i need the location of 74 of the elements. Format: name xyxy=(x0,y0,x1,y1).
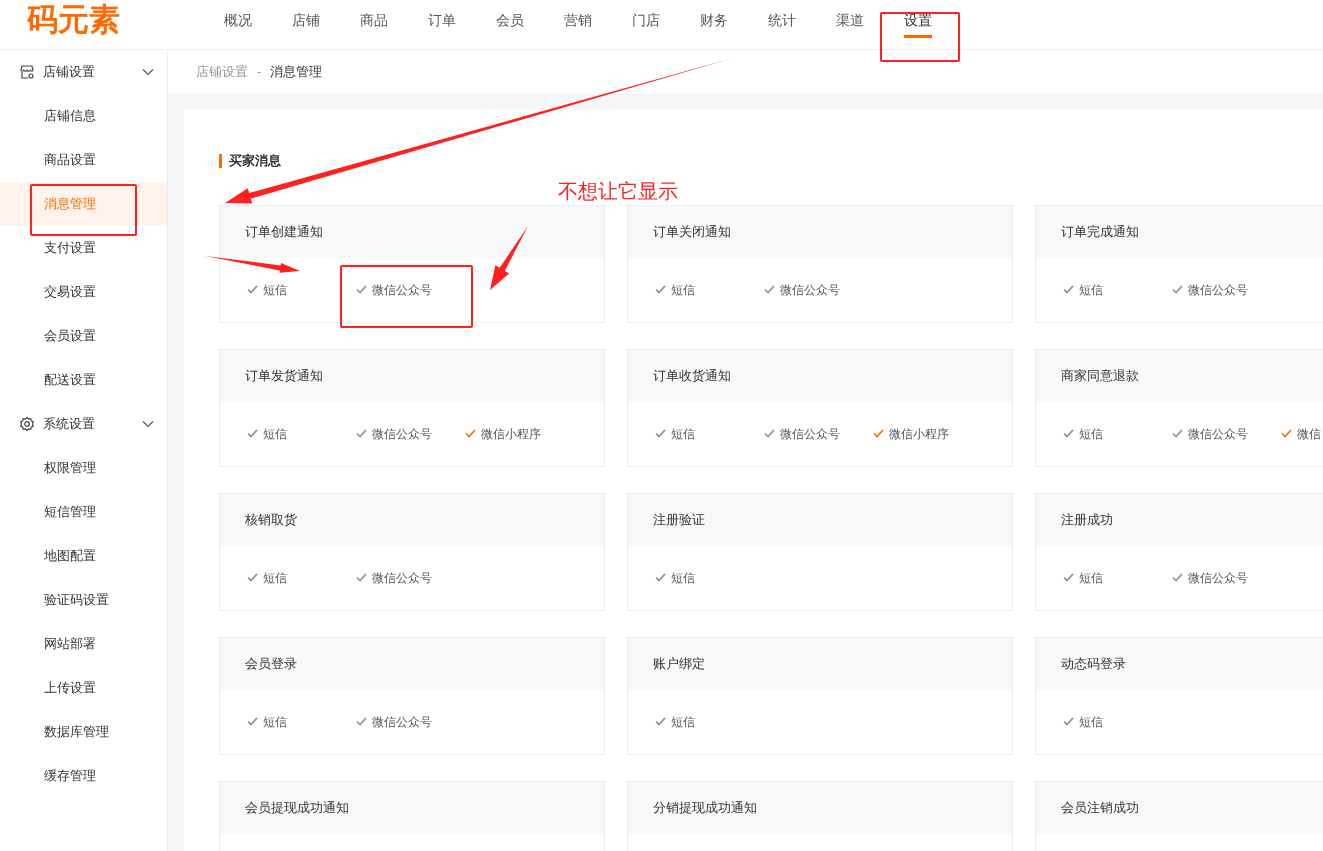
card-title: 会员注销成功 xyxy=(1061,798,1139,817)
nav-tab[interactable]: 店铺 xyxy=(272,0,340,50)
nav-tab[interactable]: 营销 xyxy=(544,0,612,50)
option-label: 短信 xyxy=(263,713,287,731)
breadcrumb-separator: - xyxy=(257,62,262,81)
section-title: 买家消息 xyxy=(229,152,281,170)
option-label: 微信公众号 xyxy=(780,425,840,443)
nav-tab[interactable]: 渠道 xyxy=(816,0,884,50)
card-title: 商家同意退款 xyxy=(1061,366,1139,385)
sidebar-item[interactable]: 权限管理 xyxy=(0,446,167,490)
sidebar-item[interactable]: 交易设置 xyxy=(0,270,167,314)
option-label: 短信 xyxy=(1079,713,1103,731)
option-label: 微信公众号 xyxy=(1188,281,1248,299)
card-title: 核销取货 xyxy=(245,510,297,529)
option-label: 短信 xyxy=(671,569,695,587)
sidebar-item[interactable]: 验证码设置 xyxy=(0,578,167,622)
breadcrumb-item: 消息管理 xyxy=(270,62,323,81)
card-title: 订单关闭通知 xyxy=(653,222,731,241)
option-label: 微信公众号 xyxy=(372,569,432,587)
option-label: 微信小程序 xyxy=(889,425,949,443)
sidebar-item[interactable]: 上传设置 xyxy=(0,666,167,710)
sidebar-item[interactable]: 网站部署 xyxy=(0,622,167,666)
option-label: 短信 xyxy=(671,425,695,443)
nav-tab[interactable]: 概况 xyxy=(204,0,272,50)
option-label: 微信公众号 xyxy=(372,713,432,731)
store-icon xyxy=(19,64,35,80)
option-label: 短信 xyxy=(671,281,695,299)
nav-tab[interactable]: 统计 xyxy=(748,0,816,50)
option-label: 微信公众号 xyxy=(372,281,432,299)
option-label: 短信 xyxy=(671,713,695,731)
card-title: 订单发货通知 xyxy=(245,366,323,385)
nav-tab[interactable]: 财务 xyxy=(680,0,748,50)
sidebar-item[interactable]: 配送设置 xyxy=(0,358,167,402)
option-label: 短信 xyxy=(1079,569,1103,587)
option-label: 微信公众号 xyxy=(1188,569,1248,587)
card-title: 注册成功 xyxy=(1061,510,1113,529)
card-title: 注册验证 xyxy=(653,510,705,529)
option-label: 短信 xyxy=(263,569,287,587)
annotation-arrow xyxy=(490,226,528,290)
option-label: 微信公众号 xyxy=(780,281,840,299)
sidebar-item[interactable]: 短信管理 xyxy=(0,490,167,534)
sidebar-item[interactable]: 会员设置 xyxy=(0,314,167,358)
option-label: 短信 xyxy=(263,425,287,443)
menu-group-label[interactable]: 系统设置 xyxy=(43,414,141,434)
sidebar-item[interactable]: 商品设置 xyxy=(0,138,167,182)
card-title: 分销提现成功通知 xyxy=(653,798,757,817)
nav-tab[interactable]: 设置 xyxy=(884,0,952,50)
nav-tab[interactable]: 商品 xyxy=(340,0,408,50)
option-label: 微信小程序 xyxy=(481,425,541,443)
card-title: 会员提现成功通知 xyxy=(245,798,349,817)
option-label: 短信 xyxy=(1079,281,1103,299)
card-title: 账户绑定 xyxy=(653,654,705,673)
option-label: 短信 xyxy=(1079,425,1103,443)
menu-group-label[interactable]: 店铺设置 xyxy=(43,62,141,82)
card-title: 会员登录 xyxy=(245,654,297,673)
card-title: 订单创建通知 xyxy=(245,222,323,241)
nav-tab[interactable]: 会员 xyxy=(476,0,544,50)
sidebar-item[interactable]: 店铺信息 xyxy=(0,94,167,138)
nav-tab[interactable]: 订单 xyxy=(408,0,476,50)
option-label: 微信公众号 xyxy=(372,425,432,443)
nav-tab[interactable]: 门店 xyxy=(612,0,680,50)
annotation-text: 不想让它显示 xyxy=(558,179,678,204)
sidebar-item[interactable]: 数据库管理 xyxy=(0,710,167,754)
sidebar-item[interactable]: 地图配置 xyxy=(0,534,167,578)
card-title: 订单完成通知 xyxy=(1061,222,1139,241)
sidebar-item[interactable]: 支付设置 xyxy=(0,226,167,270)
card-title: 订单收货通知 xyxy=(653,366,731,385)
sidebar-item[interactable]: 缓存管理 xyxy=(0,754,167,798)
option-label: 短信 xyxy=(263,281,287,299)
logo: 码元素 xyxy=(27,0,120,38)
card-title: 动态码登录 xyxy=(1061,654,1126,673)
option-label: 微信公众号 xyxy=(1188,425,1248,443)
option-label: 微信 xyxy=(1297,425,1321,443)
gear-icon xyxy=(19,416,35,432)
